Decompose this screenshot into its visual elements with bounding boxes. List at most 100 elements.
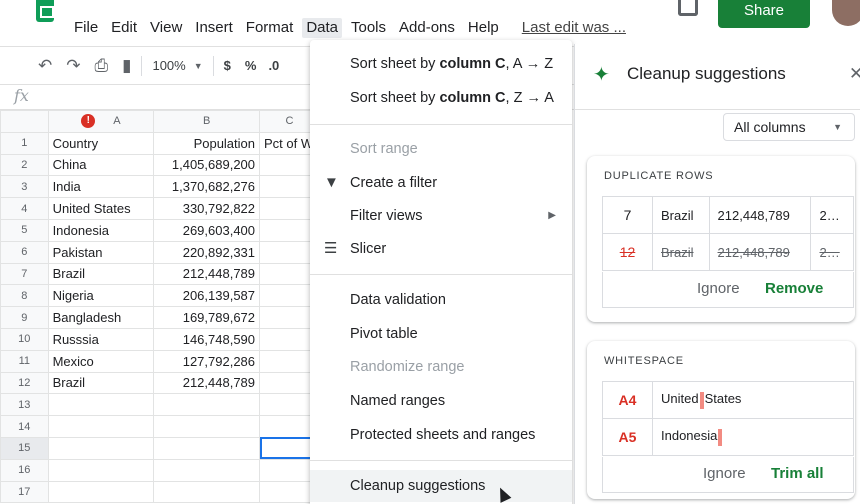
sheet-row[interactable]: 16 (0, 458, 320, 482)
row-header[interactable]: 10 (0, 327, 49, 351)
cell-a[interactable] (47, 480, 155, 504)
cell-b[interactable]: 269,603,400 (153, 218, 261, 242)
cell-b[interactable] (153, 393, 261, 417)
cell-a[interactable] (47, 458, 155, 482)
zoom-caret-icon[interactable]: ▼ (194, 61, 203, 71)
menu-view[interactable]: View (150, 18, 182, 38)
cell-b[interactable]: 206,139,587 (153, 284, 261, 308)
currency-format-button[interactable]: $ (224, 58, 231, 73)
sheet-row[interactable]: 15 (0, 436, 320, 460)
menu-item-create-filter[interactable]: ▼ Create a filter (310, 167, 572, 199)
duplicate-row[interactable]: 7 Brazil 212,448,789 2… (602, 196, 854, 234)
row-header[interactable]: 14 (0, 415, 49, 438)
cell-a[interactable]: Russsia (47, 327, 155, 351)
cell-a[interactable]: Brazil (47, 371, 155, 395)
row-header[interactable]: 6 (0, 240, 49, 264)
cell-b[interactable]: 146,748,590 (153, 327, 261, 351)
cell-a[interactable]: Mexico (47, 349, 155, 373)
row-header[interactable]: 5 (0, 218, 49, 242)
percent-format-button[interactable]: % (245, 58, 257, 73)
cell-a[interactable] (47, 436, 155, 460)
menu-item-filter-views[interactable]: Filter views ▶ (310, 200, 572, 232)
menu-item-data-validation[interactable]: Data validation (310, 284, 572, 316)
row-header[interactable]: 17 (0, 480, 49, 504)
cell-b[interactable] (153, 415, 261, 438)
present-icon[interactable] (678, 0, 698, 16)
share-button[interactable]: Share (718, 0, 810, 28)
row-header[interactable]: 15 (0, 436, 49, 460)
menu-item-sort-az[interactable]: Sort sheet by column C, A → Z (310, 48, 572, 80)
whitespace-row[interactable]: A4 United States (602, 381, 854, 419)
row-header[interactable]: 11 (0, 349, 49, 373)
menu-item-pivot-table[interactable]: Pivot table (310, 318, 572, 350)
trim-all-button[interactable]: Trim all (771, 465, 824, 482)
remove-button[interactable]: Remove (765, 280, 823, 297)
sheet-row[interactable]: 6 Pakistan 220,892,331 (0, 240, 320, 264)
sheet-grid[interactable]: ! A B C 1 Country Population Pct of W 2 China 1… (0, 110, 320, 504)
cell-b[interactable]: 212,448,789 (153, 371, 261, 395)
row-header[interactable]: 13 (0, 393, 49, 417)
redo-icon[interactable]: ↷ (66, 56, 80, 76)
column-header-a[interactable]: ! A (47, 110, 155, 133)
cell-b[interactable]: 127,792,286 (153, 349, 261, 373)
cell-b[interactable] (153, 480, 261, 504)
cell-a[interactable]: Nigeria (47, 284, 155, 308)
sheet-row[interactable]: 7 Brazil 212,448,789 (0, 262, 320, 286)
cell-b[interactable]: 212,448,789 (153, 262, 261, 286)
cell-b[interactable] (153, 458, 261, 482)
cell-a[interactable] (47, 415, 155, 438)
cell-b[interactable]: 1,405,689,200 (153, 153, 261, 177)
cell-b[interactable]: 169,789,672 (153, 306, 261, 329)
column-header-b[interactable]: B (153, 110, 261, 133)
cell-a[interactable]: Indonesia (47, 218, 155, 242)
sheet-row[interactable]: 10 Russsia 146,748,590 (0, 327, 320, 351)
row-header[interactable]: 7 (0, 262, 49, 286)
last-edit-link[interactable]: Last edit was ... (522, 18, 626, 38)
zoom-select[interactable]: 100% (152, 58, 185, 73)
row-header[interactable]: 4 (0, 197, 49, 220)
sheet-row[interactable]: 13 (0, 393, 320, 417)
cell-b[interactable]: 1,370,682,276 (153, 175, 261, 199)
cell-a[interactable]: United States (47, 197, 155, 220)
ignore-button[interactable]: Ignore (697, 280, 740, 297)
sheet-row[interactable]: 2 China 1,405,689,200 (0, 153, 320, 177)
cell-a[interactable]: India (47, 175, 155, 199)
cell-a[interactable]: Country (47, 131, 155, 155)
sheet-row[interactable]: 17 (0, 480, 320, 504)
cell-b[interactable]: 330,792,822 (153, 197, 261, 220)
menu-tools[interactable]: Tools (351, 18, 386, 38)
menu-item-named-ranges[interactable]: Named ranges (310, 385, 572, 417)
sheet-row[interactable]: 14 (0, 415, 320, 438)
menu-edit[interactable]: Edit (111, 18, 137, 38)
sheet-row[interactable]: 4 United States 330,792,822 (0, 197, 320, 220)
row-header[interactable]: 1 (0, 131, 49, 155)
error-icon[interactable]: ! (81, 114, 96, 129)
row-header[interactable]: 12 (0, 371, 49, 395)
sheet-row[interactable]: 12 Brazil 212,448,789 (0, 371, 320, 395)
menu-item-cleanup-suggestions[interactable]: Cleanup suggestions (310, 470, 572, 502)
column-filter-select[interactable]: All columns ▼ (723, 113, 855, 141)
sheet-row[interactable]: 3 India 1,370,682,276 (0, 175, 320, 199)
menu-addons[interactable]: Add-ons (399, 18, 455, 38)
row-header[interactable]: 9 (0, 306, 49, 329)
cell-b[interactable]: Population (153, 131, 261, 155)
cell-a[interactable]: Bangladesh (47, 306, 155, 329)
avatar[interactable] (832, 0, 860, 26)
row-header[interactable]: 2 (0, 153, 49, 177)
sheet-row[interactable]: 9 Bangladesh 169,789,672 (0, 306, 320, 329)
sheet-row[interactable]: 5 Indonesia 269,603,400 (0, 218, 320, 242)
menu-item-slicer[interactable]: ☰ Slicer (310, 233, 572, 265)
paint-format-icon[interactable]: ▮ (122, 56, 131, 76)
sheet-table[interactable]: ! A B C 1 Country Population Pct of W 2 China 1… (0, 110, 320, 504)
print-icon[interactable]: ⎙ (95, 56, 109, 76)
cell-b[interactable]: 220,892,331 (153, 240, 261, 264)
cell-a[interactable]: Brazil (47, 262, 155, 286)
cell-a[interactable] (47, 393, 155, 417)
row-header[interactable]: 16 (0, 458, 49, 482)
sheet-row[interactable]: 1 Country Population Pct of W (0, 131, 320, 155)
menu-format[interactable]: Format (246, 18, 294, 38)
select-all-corner[interactable] (0, 110, 49, 133)
sheets-logo-icon[interactable] (36, 0, 54, 22)
close-icon[interactable]: ✕ (849, 64, 860, 84)
menu-item-protected-ranges[interactable]: Protected sheets and ranges (310, 419, 572, 451)
